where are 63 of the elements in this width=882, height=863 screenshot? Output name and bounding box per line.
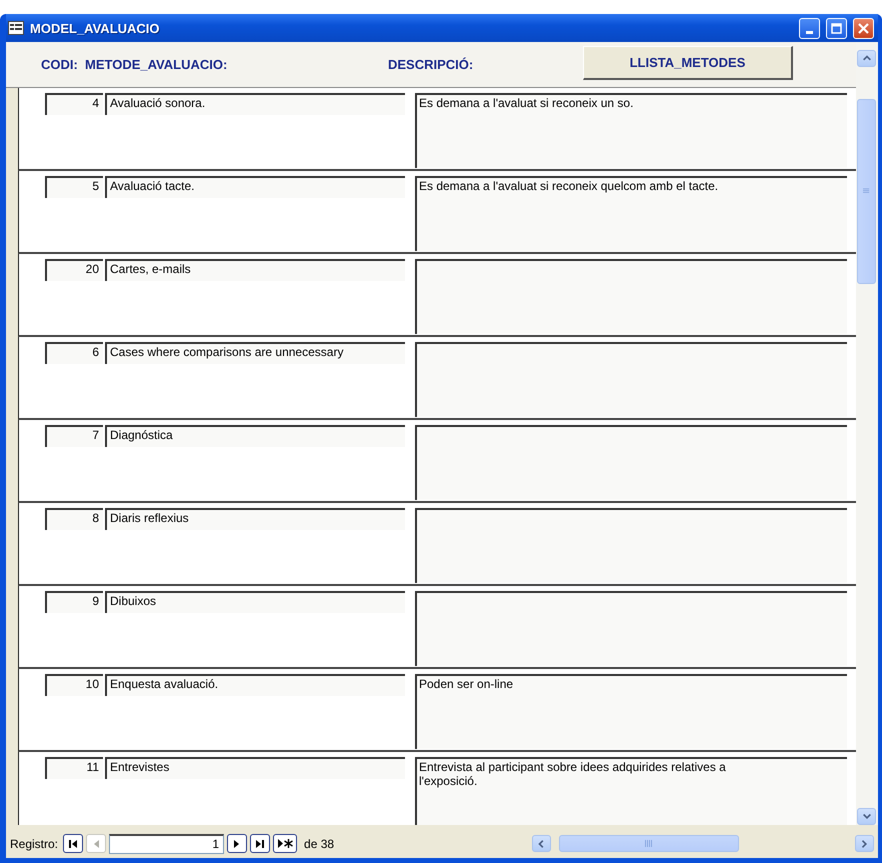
left-triangle-icon — [93, 838, 100, 848]
description-field[interactable]: Poden ser on-line — [415, 674, 847, 749]
description-field[interactable] — [415, 342, 847, 417]
record-number-field[interactable]: 1 — [109, 834, 224, 854]
grip-icon — [863, 188, 870, 195]
column-label: DESCRIPCIÓ: — [388, 57, 474, 72]
scroll-up-button[interactable] — [857, 50, 876, 67]
method-field[interactable]: Enquesta avaluació. — [105, 674, 405, 696]
method-field[interactable]: Cases where comparisons are unnecessary — [105, 342, 405, 364]
first-record-icon — [68, 838, 78, 848]
method-field[interactable]: Dibuixos — [105, 591, 405, 613]
column-label: CODI: — [41, 57, 79, 72]
description-field[interactable]: Es demana a l'avaluat si reconeix quelcom amb el tacte. — [415, 176, 847, 251]
minimize-button[interactable] — [799, 18, 820, 38]
code-field[interactable]: 11 — [45, 757, 103, 779]
first-record-button[interactable] — [63, 834, 84, 853]
description-field[interactable] — [415, 591, 847, 666]
description-field[interactable] — [415, 508, 847, 583]
description-field[interactable] — [415, 425, 847, 500]
code-field[interactable]: 5 — [45, 176, 103, 198]
next-record-button[interactable] — [227, 834, 248, 853]
grip-icon — [645, 840, 653, 847]
scroll-thumb[interactable] — [559, 835, 739, 852]
list-methods-button[interactable]: LLISTA_METODES — [583, 46, 793, 80]
new-record-icon — [278, 838, 293, 849]
scroll-left-button[interactable] — [532, 835, 551, 852]
scroll-down-button[interactable] — [857, 808, 876, 825]
code-field[interactable]: 7 — [45, 425, 103, 447]
scroll-thumb[interactable] — [857, 99, 876, 284]
code-field[interactable]: 20 — [45, 259, 103, 281]
vertical-scrollbar[interactable] — [856, 42, 878, 825]
last-record-button[interactable] — [250, 834, 270, 853]
record-label: Registro: — [10, 836, 58, 850]
new-record-button[interactable] — [273, 834, 298, 853]
record-count: de 38 — [304, 836, 334, 850]
up-arrow-icon — [862, 54, 872, 64]
code-field[interactable]: 4 — [45, 93, 103, 115]
right-triangle-icon — [234, 838, 240, 848]
code-field[interactable]: 10 — [45, 674, 103, 696]
method-field[interactable]: Avaluació sonora. — [105, 93, 405, 115]
method-field[interactable]: Avaluació tacte. — [105, 176, 405, 198]
last-record-icon — [255, 838, 266, 848]
maximize-button[interactable] — [826, 18, 847, 38]
method-field[interactable]: Cartes, e-mails — [105, 259, 405, 281]
description-field[interactable]: Entrevista al participant sobre idees adquirides relatives a l'exposició. — [415, 757, 847, 825]
code-field[interactable]: 6 — [45, 342, 103, 364]
left-arrow-icon — [536, 838, 546, 848]
method-field[interactable]: Entrevistes — [105, 757, 405, 779]
code-field[interactable]: 8 — [45, 508, 103, 530]
window-title: MODEL_AVALUACIO — [30, 20, 161, 36]
close-icon — [858, 22, 869, 34]
code-field[interactable]: 9 — [45, 591, 103, 613]
horizontal-scrollbar[interactable] — [532, 835, 874, 852]
description-field[interactable]: Es demana a l'avaluat si reconeix un so. — [415, 93, 847, 168]
method-field[interactable]: Diagnóstica — [105, 425, 405, 447]
column-label: METODE_AVALUACIO: — [85, 57, 228, 72]
method-field[interactable]: Diaris reflexius — [105, 508, 405, 530]
scroll-right-button[interactable] — [855, 835, 874, 852]
form-icon — [8, 21, 24, 35]
description-field[interactable] — [415, 259, 847, 334]
close-button[interactable] — [853, 18, 874, 38]
maximize-icon — [831, 22, 842, 34]
minimize-icon — [806, 30, 813, 34]
